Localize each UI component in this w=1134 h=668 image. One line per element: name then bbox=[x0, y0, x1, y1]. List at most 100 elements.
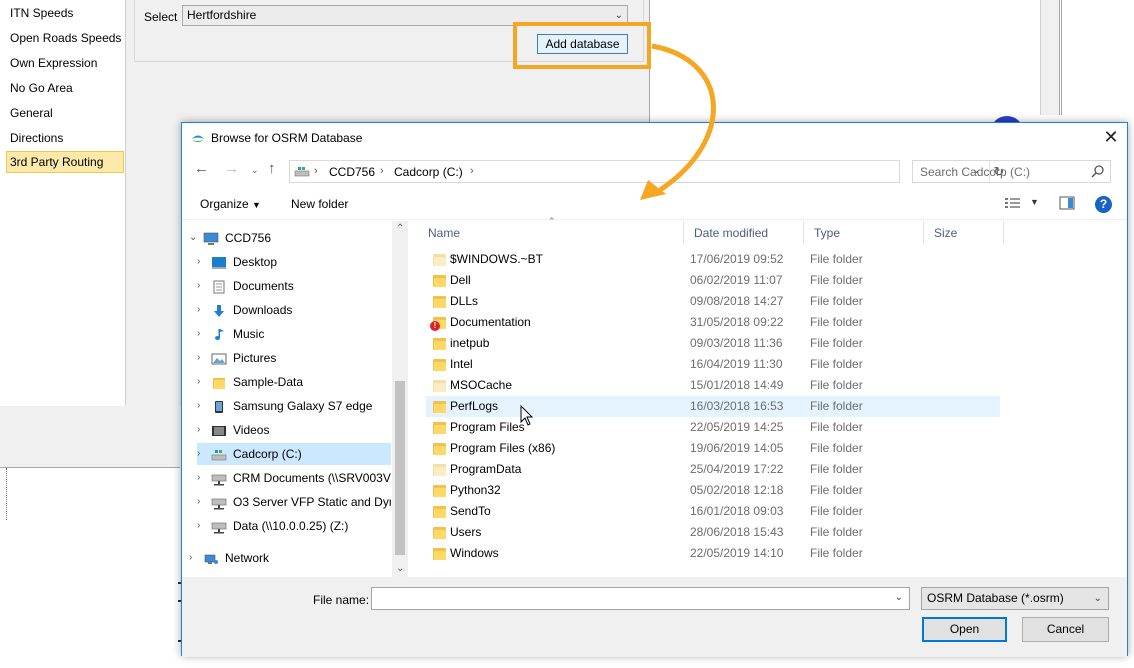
nav-tree-item[interactable]: › Music bbox=[197, 323, 391, 345]
file-type: File folder bbox=[810, 294, 863, 308]
file-name-input[interactable]: ⌄ bbox=[371, 587, 910, 610]
chevron-right-icon[interactable]: › bbox=[197, 443, 200, 465]
sidebar-item[interactable]: 3rd Party Routing bbox=[6, 151, 124, 173]
nav-tree-item[interactable]: › Desktop bbox=[197, 251, 391, 273]
nav-tree-label: Sample-Data bbox=[233, 375, 304, 389]
search-input[interactable]: Search Cadcorp (C:) bbox=[912, 160, 1111, 183]
chevron-right-icon[interactable]: › bbox=[197, 323, 200, 345]
chevron-right-icon[interactable]: › bbox=[197, 251, 200, 273]
scroll-down-icon[interactable]: ⌄ bbox=[396, 563, 404, 574]
breadcrumb-separator-icon: › bbox=[314, 165, 318, 177]
phone-icon bbox=[211, 399, 227, 413]
open-button[interactable]: Open bbox=[922, 617, 1007, 642]
dialog-footer: File name: ⌄ OSRM Database (*.osrm) ⌄ Op… bbox=[182, 577, 1127, 657]
file-name: Program Files (x86) bbox=[450, 441, 556, 455]
nav-tree-item[interactable]: › Documents bbox=[197, 275, 391, 297]
file-row[interactable]: SendTo 16/01/2018 09:03 File folder bbox=[426, 501, 1000, 522]
sidebar-item[interactable]: ITN Speeds bbox=[6, 2, 124, 24]
search-placeholder: Search Cadcorp (C:) bbox=[920, 165, 1031, 179]
back-arrow-icon[interactable]: ← bbox=[194, 160, 209, 177]
file-row[interactable]: $WINDOWS.~BT 17/06/2019 09:52 File folder bbox=[426, 249, 1000, 270]
chevron-right-icon[interactable]: › bbox=[197, 467, 200, 489]
file-row[interactable]: Dell 06/02/2019 11:07 File folder bbox=[426, 270, 1000, 291]
scroll-up-icon[interactable]: ⌃ bbox=[396, 223, 404, 234]
file-row[interactable]: MSOCache 15/01/2018 14:49 File folder bbox=[426, 375, 1000, 396]
chevron-right-icon[interactable]: › bbox=[197, 515, 200, 537]
folder-icon bbox=[433, 505, 446, 518]
select-label: Select bbox=[144, 10, 178, 24]
up-arrow-icon[interactable]: ↑ bbox=[268, 160, 276, 177]
folder-icon bbox=[433, 463, 446, 476]
background-scrollbar bbox=[1040, 0, 1060, 115]
file-row[interactable]: DLLs 09/08/2018 14:27 File folder bbox=[426, 291, 1000, 312]
nav-tree-item[interactable]: › Videos bbox=[197, 419, 391, 441]
nav-tree-item[interactable]: › O3 Server VFP Static and Dyna bbox=[197, 491, 391, 513]
nav-tree-item[interactable]: › Network bbox=[189, 547, 391, 569]
music-icon bbox=[211, 327, 227, 341]
chevron-right-icon[interactable]: › bbox=[197, 371, 200, 393]
column-header-type[interactable]: Type bbox=[804, 221, 924, 245]
region-select-value: Hertfordshire bbox=[187, 8, 257, 22]
file-type-filter-value: OSRM Database (*.osrm) bbox=[927, 591, 1064, 605]
network-drive-icon bbox=[211, 471, 227, 486]
chevron-right-icon[interactable]: › bbox=[197, 275, 200, 297]
organize-button[interactable]: Organize ▼ bbox=[200, 197, 261, 211]
file-type: File folder bbox=[810, 420, 863, 434]
cancel-button[interactable]: Cancel bbox=[1022, 617, 1109, 642]
file-row[interactable]: PerfLogs 16/03/2018 16:53 File folder bbox=[426, 396, 1000, 417]
file-row[interactable]: ! Documentation 31/05/2018 09:22 File folde… bbox=[426, 312, 1000, 333]
chevron-right-icon[interactable]: › bbox=[197, 419, 200, 441]
sidebar-item[interactable]: General bbox=[6, 102, 124, 124]
cadcorp-logo-icon bbox=[192, 135, 204, 142]
search-icon[interactable] bbox=[1091, 164, 1105, 178]
breadcrumb-ccd756[interactable]: CCD756 bbox=[329, 165, 375, 179]
nav-tree-item[interactable]: › Cadcorp (C:) bbox=[197, 443, 391, 465]
file-row[interactable]: Intel 16/04/2019 11:30 File folder bbox=[426, 354, 1000, 375]
file-name: inetpub bbox=[450, 336, 490, 350]
file-type-filter[interactable]: OSRM Database (*.osrm) ⌄ bbox=[921, 587, 1109, 610]
column-header-date[interactable]: Date modified bbox=[684, 221, 804, 245]
chevron-right-icon[interactable]: › bbox=[197, 299, 200, 321]
file-row[interactable]: Program Files (x86) 19/06/2019 14:05 File … bbox=[426, 438, 1000, 459]
sidebar-item[interactable]: Directions bbox=[6, 127, 124, 149]
nav-tree-item[interactable]: › CRM Documents (\\SRV003VM bbox=[197, 467, 391, 489]
downloads-icon bbox=[211, 303, 227, 317]
file-row[interactable]: Python32 05/02/2018 12:18 File folder bbox=[426, 480, 1000, 501]
help-icon[interactable]: ? bbox=[1095, 196, 1112, 213]
file-row[interactable]: Windows 22/05/2019 14:10 File folder bbox=[426, 543, 1000, 564]
address-bar[interactable]: › CCD756 › Cadcorp (C:) › ⌄ ↻ bbox=[289, 160, 1004, 183]
chevron-right-icon[interactable]: › bbox=[189, 547, 192, 569]
nav-tree-item[interactable]: › Samsung Galaxy S7 edge bbox=[197, 395, 391, 417]
chevron-down-icon[interactable]: ⌄ bbox=[895, 592, 903, 603]
preview-pane-icon[interactable] bbox=[1059, 196, 1075, 210]
column-header-size[interactable]: Size bbox=[924, 221, 1004, 245]
chevron-right-icon[interactable]: › bbox=[197, 347, 200, 369]
file-name: Program Files bbox=[450, 420, 525, 434]
view-chevron-icon[interactable]: ▼ bbox=[1030, 197, 1039, 207]
file-row[interactable]: ProgramData 25/04/2019 17:22 File folder bbox=[426, 459, 1000, 480]
column-header-name[interactable]: Name bbox=[418, 221, 684, 245]
close-icon[interactable]: ✕ bbox=[1095, 123, 1127, 153]
nav-tree-item[interactable]: › Pictures bbox=[197, 347, 391, 369]
sidebar-item[interactable]: No Go Area bbox=[6, 77, 124, 99]
file-type: File folder bbox=[810, 441, 863, 455]
sidebar-item[interactable]: Open Roads Speeds bbox=[6, 27, 124, 49]
nav-tree-item[interactable]: › Downloads bbox=[197, 299, 391, 321]
nav-pane-scrollbar-thumb[interactable] bbox=[395, 381, 405, 555]
file-row[interactable]: inetpub 09/03/2018 11:36 File folder bbox=[426, 333, 1000, 354]
chevron-right-icon[interactable]: › bbox=[197, 491, 200, 513]
file-date-modified: 09/08/2018 14:27 bbox=[690, 294, 784, 308]
nav-tree-item[interactable]: › Sample-Data bbox=[197, 371, 391, 393]
view-options-icon[interactable] bbox=[1004, 196, 1022, 210]
sidebar-item[interactable]: Own Expression bbox=[6, 52, 124, 74]
file-row[interactable]: Users 28/06/2018 15:43 File folder bbox=[426, 522, 1000, 543]
chevron-right-icon[interactable]: › bbox=[197, 395, 200, 417]
file-row[interactable]: Program Files 22/05/2019 14:25 File folder bbox=[426, 417, 1000, 438]
breadcrumb-cadcorp[interactable]: Cadcorp (C:) bbox=[394, 165, 463, 179]
recent-locations-chevron-icon[interactable]: ⌄ bbox=[251, 165, 259, 176]
nav-tree-item[interactable]: › Data (\\10.0.0.25) (Z:) bbox=[197, 515, 391, 537]
forward-arrow-icon[interactable]: → bbox=[224, 160, 239, 177]
nav-tree-item[interactable]: ⌄ CCD756 bbox=[189, 227, 391, 249]
chevron-down-icon[interactable]: ⌄ bbox=[189, 227, 197, 249]
new-folder-button[interactable]: New folder bbox=[291, 197, 348, 211]
